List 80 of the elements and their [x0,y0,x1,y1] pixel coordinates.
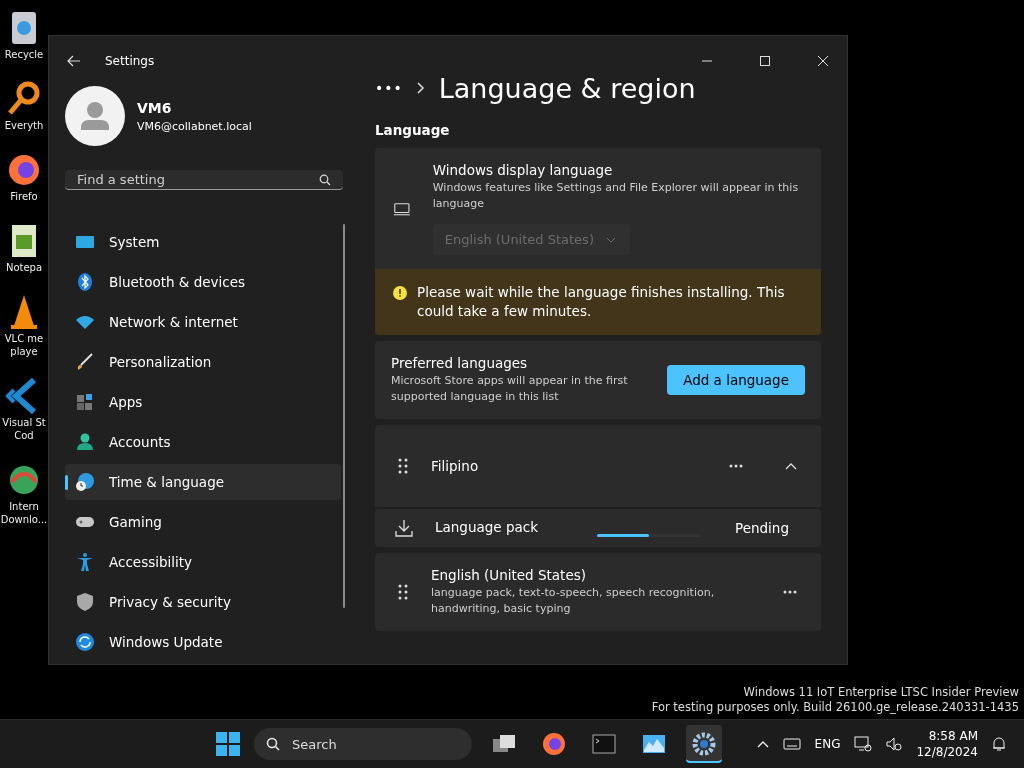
avatar-icon[interactable] [65,86,125,146]
sidebar-item[interactable]: Personalization [65,344,341,380]
refresh-icon [75,632,95,652]
desktop-icon-label: Visual St Cod [2,416,46,442]
clock-time[interactable]: 8:58 AM [928,728,978,744]
taskbar-search-input[interactable]: Search [290,735,444,753]
start-icon[interactable] [216,732,240,756]
more-options-icon[interactable] [783,590,797,594]
apps-grid-icon [75,392,95,412]
shield-icon [75,592,95,612]
sidebar-item[interactable]: Windows Update [65,624,341,660]
volume-muted-icon[interactable] [886,736,903,752]
browser-icon [542,732,566,756]
chevron-right-icon [416,82,425,94]
language-name: Filipino [431,458,480,474]
warning-text: Please wait while the language finishes installing. This could take a few minutes. [417,283,786,321]
gear-icon [692,732,716,756]
sidebar-item[interactable]: Time & language [65,464,341,500]
desktop-icon-label: Firefo [10,190,38,203]
taskbar-search-box[interactable]: Search [254,728,472,760]
more-options-icon[interactable] [729,464,743,468]
drag-handle-icon[interactable] [397,458,409,474]
page-title: Language & region [438,72,696,104]
desktop-icon-label: VLC me playe [4,332,44,358]
desktop-icon-label: Notepa [5,261,43,274]
settings-search-input[interactable]: Find a setting [75,171,319,188]
desktop-icon-label: Intern Downlo... [0,500,48,526]
chevron-icon[interactable] [785,462,797,470]
chart-window-icon [642,732,666,756]
language-pack-label: Language pack [435,519,539,535]
window-title: Settings [105,54,155,68]
sidebar-item[interactable]: Apps [65,384,341,420]
language-indicator[interactable]: ENG [814,737,841,751]
setting-title: Windows display language [432,162,614,178]
sidebar-item[interactable]: Accessibility [65,544,341,580]
search-icon [319,173,331,186]
brush-icon [75,352,95,372]
download-icon [395,519,413,537]
setting-description: Windows features like Settings and File Explorer will appear in this language [432,180,800,212]
language-row[interactable]: English (United States) language pack, text-to-speech, speech recognition, handwriting, basic typing [375,553,821,631]
build-info-text: For testing purposes only. Build 26100.ge_release.240331-1435 [651,700,1019,715]
add-language-button[interactable]: Add a language [667,365,805,395]
language-features: language pack, text-to-speech, speech recognition, handwriting, basic typing [431,585,716,617]
breadcrumb-more[interactable]: ••• [375,80,403,96]
network-icon[interactable] [854,736,873,752]
back-arrow-icon[interactable] [67,55,81,67]
user-name: VM6 [137,99,173,116]
drag-handle-icon[interactable] [397,584,409,600]
warning-icon [393,286,407,300]
desktop-icon-label: Everyth [4,119,44,132]
laptop-icon [393,200,411,217]
language-name: English (United States) [431,567,587,583]
settings-search-box[interactable]: Find a setting [65,170,343,190]
sidebar-item[interactable]: Accounts [65,424,341,460]
taskbar-app[interactable] [686,725,722,763]
setting-description: Microsoft Store apps will appear in the first supported language in this list [391,373,629,405]
search-icon [266,737,280,751]
section-title: Language [375,122,451,138]
maximize-icon[interactable] [759,55,771,67]
language-row[interactable]: Filipino [375,425,821,507]
terminal-icon [592,732,616,756]
sidebar-item[interactable]: Privacy & security [65,584,341,620]
notification-bell-icon[interactable] [992,736,1006,752]
close-icon[interactable] [817,55,829,67]
sidebar-item[interactable]: System [65,224,341,260]
sidebar-item[interactable]: Bluetooth & devices [65,264,341,300]
chevron-up-icon[interactable] [756,740,769,748]
keyboard-icon[interactable] [782,738,801,750]
globe-clock-icon [75,472,95,492]
status-text: Pending [735,520,790,536]
chevron-down-icon [605,236,616,243]
clock-date[interactable]: 12/8/2024 [916,744,978,760]
person-icon [75,432,95,452]
setting-title: Preferred languages [391,355,529,371]
sidebar-item[interactable]: Gaming [65,504,341,540]
user-email: VM6@collabnet.local [137,119,252,133]
sidebar-item[interactable]: Network & internet [65,304,341,340]
build-info-text: Windows 11 IoT Enterprise LTSC Insider Preview [743,685,1019,700]
desktop-icon-label: Recycle [4,48,44,61]
bluetooth-icon [75,272,95,292]
